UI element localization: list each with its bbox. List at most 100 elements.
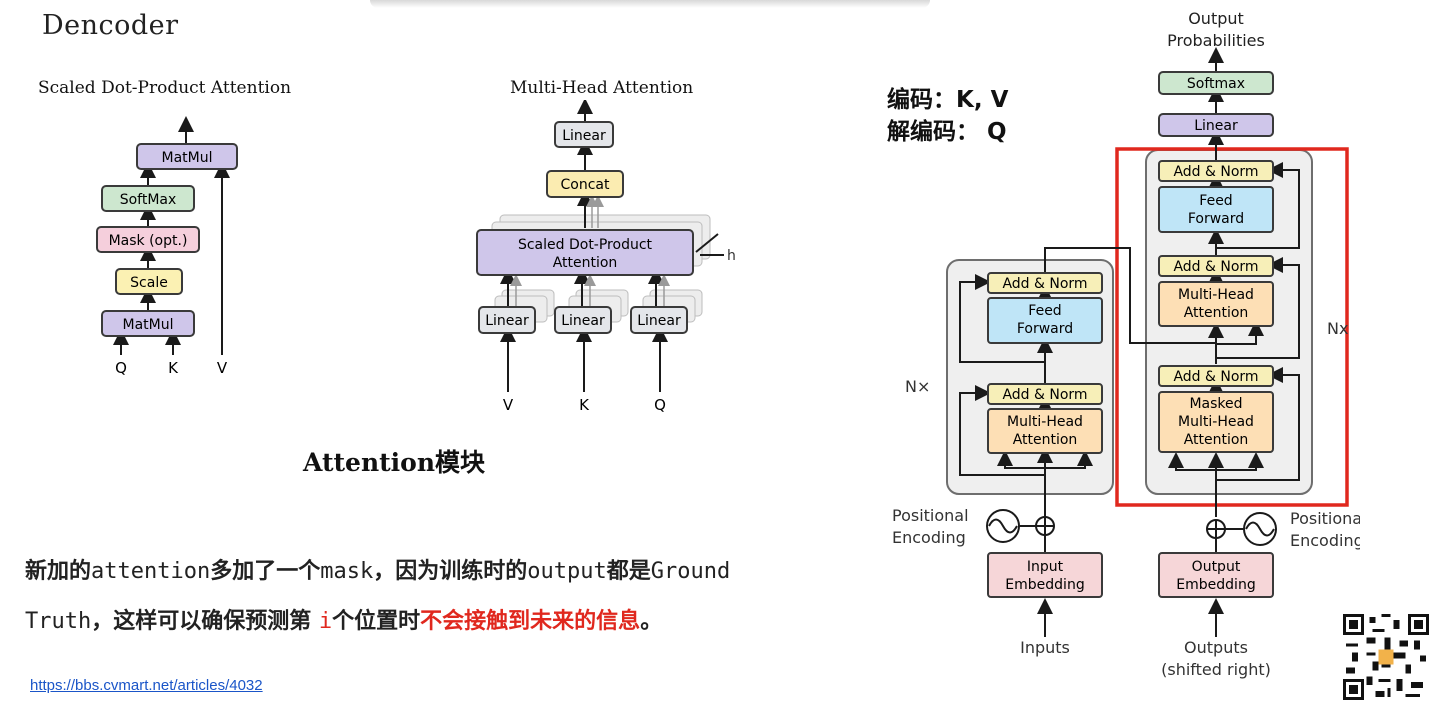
- body-l1-d: mask: [320, 559, 374, 584]
- svg-text:Forward: Forward: [1017, 321, 1073, 337]
- transformer-diagram: Output Probabilities Softmax Linear Add …: [892, 9, 1360, 679]
- svg-text:Masked: Masked: [1189, 396, 1242, 412]
- pos-encoding-left-symbols: [986, 509, 1055, 543]
- pos-encoding-right-symbols: [1206, 512, 1277, 546]
- svg-text:Concat: Concat: [561, 177, 610, 193]
- output-embedding: Output Embedding: [1158, 552, 1274, 598]
- svg-text:Multi-Head: Multi-Head: [1178, 414, 1254, 430]
- dec-masked-attention: Masked Multi-Head Attention: [1158, 391, 1274, 453]
- multi-head-diagram: Linear Concat Scaled Dot-Product Attenti…: [476, 100, 736, 414]
- inputs-label: Inputs: [1020, 638, 1070, 657]
- svg-text:MatMul: MatMul: [162, 150, 213, 166]
- sdp-softmax: SoftMax: [101, 185, 195, 212]
- encoder-stack: [946, 259, 1114, 495]
- svg-text:Attention: Attention: [553, 255, 618, 271]
- sdp-matmul-bottom: MatMul: [101, 310, 195, 337]
- enc-addnorm-low: Add & Norm: [987, 383, 1103, 405]
- svg-text:Scaled Dot-Product: Scaled Dot-Product: [518, 237, 653, 253]
- decoder-nx-label: Nx: [1327, 319, 1348, 338]
- pos-enc-left-line1: Positional: [892, 506, 969, 525]
- input-embedding: Input Embedding: [987, 552, 1103, 598]
- svg-text:Attention: Attention: [1184, 432, 1249, 448]
- svg-text:Softmax: Softmax: [1187, 76, 1245, 92]
- pos-enc-left-line2: Encoding: [892, 528, 966, 547]
- dec-feed-forward: Feed Forward: [1158, 186, 1274, 233]
- encoder-nx-label: N×: [905, 377, 930, 396]
- svg-text:Linear: Linear: [485, 313, 529, 329]
- svg-text:SoftMax: SoftMax: [120, 192, 177, 208]
- scaled-dot-diagram: MatMul SoftMax Mask (opt.) Scale MatMul …: [96, 116, 238, 377]
- outputs-shifted-label: (shifted right): [1161, 660, 1271, 679]
- svg-text:Attention: Attention: [1013, 432, 1078, 448]
- mha-sdpa-block: Scaled Dot-Product Attention: [476, 229, 694, 276]
- svg-text:Attention: Attention: [1184, 305, 1249, 321]
- body-l1-c: 多加了一个: [210, 559, 321, 584]
- body-l1-g: 都是: [606, 559, 651, 584]
- mha-concat: Concat: [546, 170, 624, 198]
- svg-text:Add & Norm: Add & Norm: [1173, 164, 1258, 180]
- source-link[interactable]: https://bbs.cvmart.net/articles/4032: [30, 677, 263, 694]
- svg-text:MatMul: MatMul: [123, 317, 174, 333]
- mha-h-label: h: [727, 248, 736, 264]
- dec-multihead-attention: Multi-Head Attention: [1158, 281, 1274, 327]
- sdp-input-q: Q: [115, 359, 127, 377]
- svg-text:Add & Norm: Add & Norm: [1002, 387, 1087, 403]
- body-l1-b: attention: [91, 559, 211, 584]
- output-probabilities-line1: Output: [1188, 9, 1244, 28]
- body-l1-h: Ground: [650, 559, 731, 584]
- enc-multihead-attention: Multi-Head Attention: [987, 408, 1103, 454]
- tf-linear: Linear: [1158, 113, 1274, 137]
- enc-feed-forward: Feed Forward: [987, 297, 1103, 344]
- svg-text:Linear: Linear: [637, 313, 681, 329]
- body-line-2: Truth，这样可以确保预测第 i个位置时不会接触到未来的信息。: [25, 603, 662, 635]
- mha-linear-top: Linear: [554, 121, 614, 148]
- qr-code: [1343, 614, 1429, 700]
- svg-text:Embedding: Embedding: [1176, 577, 1255, 593]
- dec-addnorm-top: Add & Norm: [1158, 160, 1274, 182]
- body-l1-f: output: [527, 559, 607, 584]
- body-l2-a: Truth: [25, 609, 92, 634]
- svg-text:Add & Norm: Add & Norm: [1002, 276, 1087, 292]
- svg-text:Linear: Linear: [562, 128, 606, 144]
- svg-text:Linear: Linear: [561, 313, 605, 329]
- sdp-matmul-top: MatMul: [136, 143, 238, 170]
- body-line-1: 新加的attention多加了一个mask，因为训练时的output都是Grou…: [25, 553, 730, 585]
- svg-text:Embedding: Embedding: [1005, 577, 1084, 593]
- enc-addnorm-top: Add & Norm: [987, 272, 1103, 294]
- dec-addnorm-low: Add & Norm: [1158, 365, 1274, 387]
- svg-text:Add & Norm: Add & Norm: [1173, 259, 1258, 275]
- mha-linear-v: Linear: [478, 306, 536, 334]
- output-probabilities-line2: Probabilities: [1167, 31, 1265, 50]
- svg-text:Scale: Scale: [130, 275, 168, 291]
- multi-head-heading: Multi-Head Attention: [510, 78, 694, 98]
- svg-text:Multi-Head: Multi-Head: [1007, 414, 1083, 430]
- svg-text:Feed: Feed: [1028, 303, 1061, 319]
- svg-text:Multi-Head: Multi-Head: [1178, 287, 1254, 303]
- svg-text:Input: Input: [1027, 559, 1064, 575]
- section-caption: Attention模块: [303, 448, 486, 477]
- svg-text:Forward: Forward: [1188, 211, 1244, 227]
- svg-text:Linear: Linear: [1194, 118, 1238, 134]
- mha-input-q: Q: [654, 396, 666, 414]
- body-l2-f: 。: [640, 609, 663, 634]
- outputs-label: Outputs: [1184, 638, 1248, 657]
- body-l1-e: ，因为训练时的: [373, 559, 528, 584]
- svg-text:Add & Norm: Add & Norm: [1173, 369, 1258, 385]
- sdp-input-k: K: [168, 359, 179, 377]
- mha-linear-k: Linear: [554, 306, 612, 334]
- mha-input-k: K: [579, 396, 590, 414]
- pos-enc-right-line2: Encoding: [1290, 531, 1360, 550]
- sdp-mask: Mask (opt.): [96, 226, 200, 253]
- body-l2-b: ，这样可以确保预测第: [91, 609, 319, 634]
- sdp-input-v: V: [217, 359, 228, 377]
- svg-text:Output: Output: [1192, 559, 1241, 575]
- pos-enc-right-line1: Positional: [1290, 509, 1360, 528]
- svg-text:Feed: Feed: [1199, 193, 1232, 209]
- mha-input-v: V: [503, 396, 514, 414]
- dec-addnorm-mid: Add & Norm: [1158, 255, 1274, 277]
- mha-linear-q: Linear: [630, 306, 688, 334]
- tf-softmax: Softmax: [1158, 71, 1274, 95]
- svg-text:Mask (opt.): Mask (opt.): [109, 233, 188, 249]
- window-top-shadow: [370, 0, 930, 8]
- sdp-scale: Scale: [115, 268, 183, 295]
